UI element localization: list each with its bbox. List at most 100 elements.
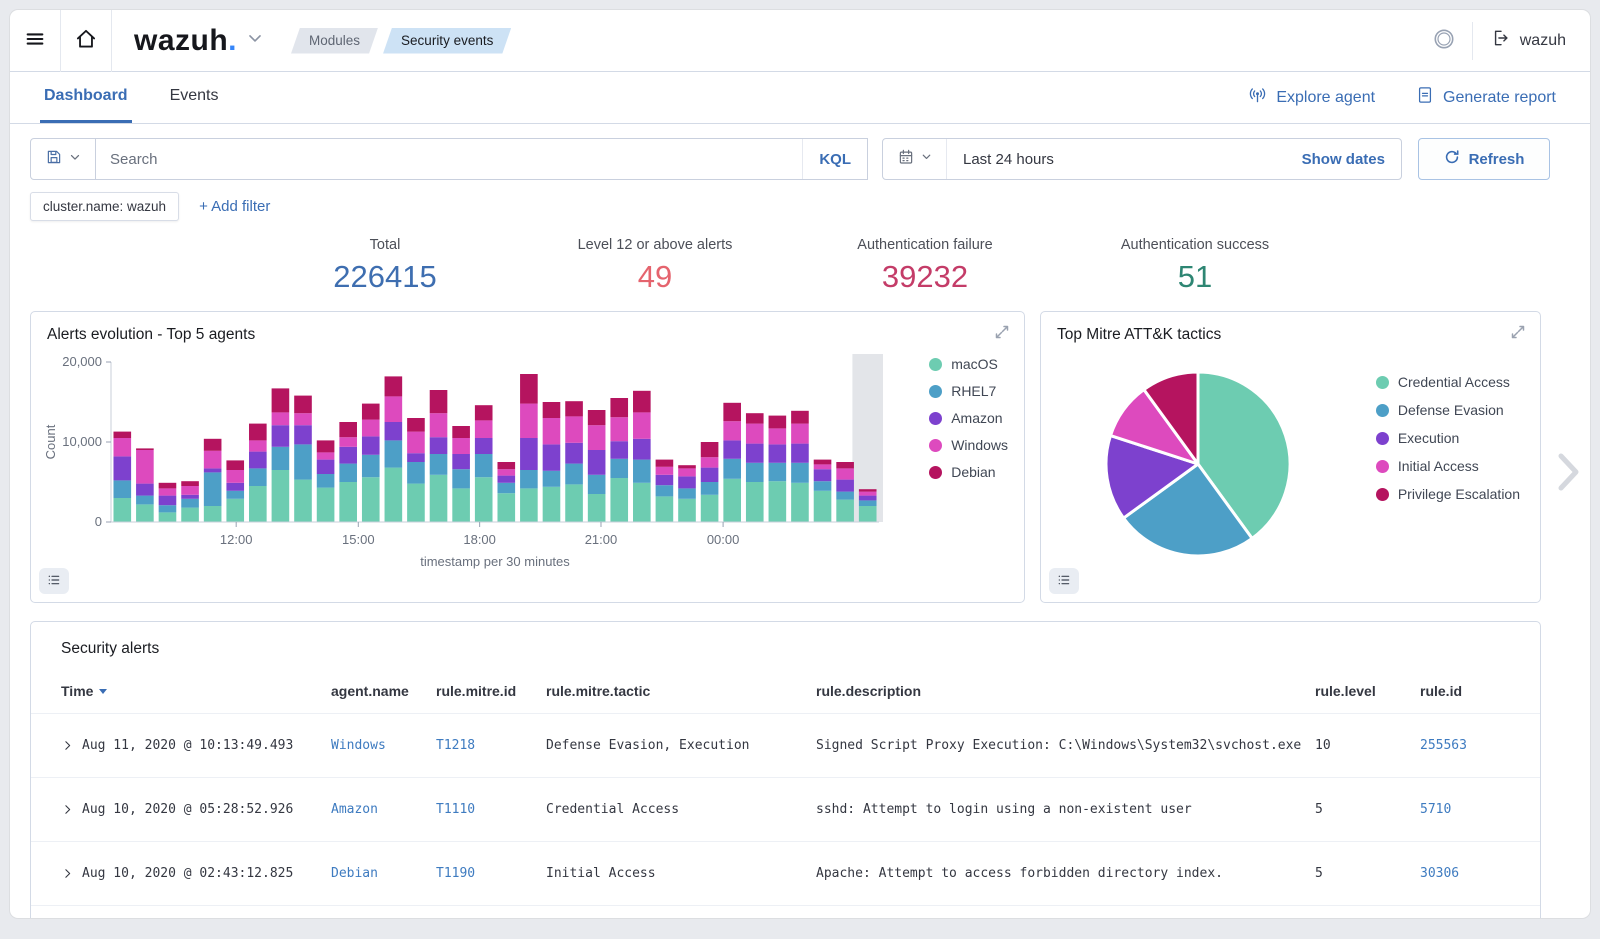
svg-text:18:00: 18:00 bbox=[463, 532, 496, 547]
stat-label: Authentication success bbox=[1060, 237, 1330, 253]
list-icon bbox=[1056, 572, 1072, 591]
kql-selector[interactable]: KQL bbox=[802, 139, 867, 179]
column-header-rule-id[interactable]: rule.id bbox=[1420, 683, 1510, 699]
inspector-list-button[interactable] bbox=[1049, 568, 1079, 594]
cell-rule-mitre-id[interactable]: T1218 bbox=[436, 738, 546, 753]
legend-item-amazon[interactable]: Amazon bbox=[929, 410, 1008, 426]
bar-chart-legend: macOS RHEL7 Amazon Windows Debian bbox=[929, 356, 1008, 480]
column-header-rule-description[interactable]: rule.description bbox=[816, 683, 1315, 699]
svg-text:21:00: 21:00 bbox=[585, 532, 618, 547]
menu-button[interactable] bbox=[10, 10, 60, 72]
legend-item-credential-access[interactable]: Credential Access bbox=[1376, 374, 1520, 390]
chevron-down-icon[interactable] bbox=[245, 28, 265, 53]
logout-icon bbox=[1491, 28, 1511, 53]
time-value: Aug 10, 2020 @ 02:43:12.825 bbox=[82, 866, 293, 881]
legend-item-windows[interactable]: Windows bbox=[929, 437, 1008, 453]
cell-agent-name[interactable]: Windows bbox=[331, 738, 436, 753]
date-quick-select-button[interactable] bbox=[883, 139, 947, 179]
home-button[interactable] bbox=[61, 10, 111, 72]
legend-item-privilege-escalation[interactable]: Privilege Escalation bbox=[1376, 486, 1520, 502]
mitre-tactics-pie-chart bbox=[1098, 364, 1298, 564]
stat-label: Level 12 or above alerts bbox=[520, 237, 790, 253]
explore-agent-button[interactable]: Explore agent bbox=[1247, 85, 1375, 111]
chevron-down-icon bbox=[920, 150, 933, 168]
cell-rule-mitre-tactic: Credential Access bbox=[546, 802, 816, 817]
stat-authentication-failure: Authentication failure39232 bbox=[790, 237, 1060, 295]
table-row: Aug 11, 2020 @ 10:13:49.493WindowsT1218D… bbox=[31, 714, 1540, 778]
cell-rule-level: 5 bbox=[1315, 802, 1420, 817]
legend-label: Defense Evasion bbox=[1398, 402, 1504, 418]
legend-item-debian[interactable]: Debian bbox=[929, 464, 1008, 480]
cell-rule-id[interactable]: 255563 bbox=[1420, 738, 1510, 753]
user-menu[interactable]: wazuh bbox=[1473, 28, 1590, 53]
add-filter-button[interactable]: + Add filter bbox=[199, 198, 270, 215]
refresh-button[interactable]: Refresh bbox=[1418, 138, 1550, 180]
visualizations-row: Alerts evolution - Top 5 agents 010,0002… bbox=[30, 311, 1541, 603]
saved-queries-button[interactable] bbox=[30, 138, 96, 180]
table-row: Aug 10, 2020 @ 05:28:52.926AmazonT1110Cr… bbox=[31, 778, 1540, 842]
stat-label: Total bbox=[250, 237, 520, 253]
time-range-value[interactable]: Last 24 hours bbox=[947, 151, 1302, 168]
stat-total: Total 226415 bbox=[250, 237, 520, 295]
expand-row-icon[interactable] bbox=[61, 803, 74, 816]
svg-text:0: 0 bbox=[95, 514, 102, 529]
next-visualizations-button[interactable] bbox=[1553, 449, 1583, 498]
pie-chart-legend: Credential Access Defense Evasion Executio… bbox=[1376, 374, 1520, 502]
legend-item-macos[interactable]: macOS bbox=[929, 356, 1008, 372]
generate-report-button[interactable]: Generate report bbox=[1415, 85, 1556, 110]
cell-rule-id[interactable]: 30306 bbox=[1420, 866, 1510, 881]
legend-dot bbox=[1376, 432, 1389, 445]
ring-icon bbox=[1432, 27, 1456, 54]
column-header-time[interactable]: Time bbox=[61, 683, 331, 699]
tab-dashboard[interactable]: Dashboard bbox=[40, 72, 132, 123]
search-input[interactable] bbox=[96, 151, 802, 168]
cell-agent-name[interactable]: Amazon bbox=[331, 802, 436, 817]
stat-value: 226415 bbox=[250, 259, 520, 295]
column-header-rule-level[interactable]: rule.level bbox=[1315, 683, 1420, 699]
column-header-rule-mitre-tactic[interactable]: rule.mitre.tactic bbox=[546, 683, 816, 699]
expand-row-icon[interactable] bbox=[61, 739, 74, 752]
table-body: Aug 11, 2020 @ 10:13:49.493 WindowsT1218 D… bbox=[31, 714, 1540, 906]
legend-item-defense-evasion[interactable]: Defense Evasion bbox=[1376, 402, 1520, 418]
legend-item-execution[interactable]: Execution bbox=[1376, 430, 1520, 446]
filter-pill[interactable]: cluster.name: wazuh bbox=[30, 192, 179, 221]
stats-row: Total226415Level 12 or above alerts49Aut… bbox=[250, 237, 1330, 295]
breadcrumb-security-events[interactable]: Security events bbox=[383, 28, 511, 54]
table-row: Aug 10, 2020 @ 02:43:12.825 DebianT1190In… bbox=[31, 842, 1540, 906]
chevron-down-icon bbox=[68, 150, 82, 169]
show-dates-button[interactable]: Show dates bbox=[1302, 151, 1401, 168]
legend-label: Debian bbox=[951, 464, 995, 480]
panel-title: Top Mitre ATT&K tactics bbox=[1057, 326, 1221, 344]
cell-rule-mitre-id[interactable]: T1110 bbox=[436, 802, 546, 817]
legend-label: Credential Access bbox=[1398, 374, 1510, 390]
alerts-evolution-panel: Alerts evolution - Top 5 agents 010,0002… bbox=[30, 311, 1025, 603]
cell-rule-mitre-tactic: Initial Access bbox=[546, 866, 816, 881]
legend-label: Windows bbox=[951, 437, 1008, 453]
alerts-evolution-bar-chart: 010,00020,000Count12:0015:0018:0021:0000… bbox=[39, 348, 899, 580]
legend-item-initial-access[interactable]: Initial Access bbox=[1376, 458, 1520, 474]
cell-rule-description: sshd: Attempt to login using a non-exist… bbox=[816, 802, 1315, 817]
inspector-list-button[interactable] bbox=[39, 568, 69, 594]
wazuh-logo[interactable]: wazuh. bbox=[134, 24, 237, 58]
expand-row-icon[interactable] bbox=[61, 867, 74, 880]
column-header-agent-name[interactable]: agent.name bbox=[331, 683, 436, 699]
cell-time: Aug 11, 2020 @ 10:13:49.493 bbox=[61, 738, 331, 753]
svg-text:15:00: 15:00 bbox=[342, 532, 375, 547]
cell-agent-name[interactable]: Debian bbox=[331, 866, 436, 881]
expand-icon[interactable] bbox=[990, 320, 1016, 346]
breadcrumb-modules[interactable]: Modules bbox=[291, 28, 378, 54]
cell-rule-mitre-id[interactable]: T1190 bbox=[436, 866, 546, 881]
legend-dot bbox=[929, 358, 942, 371]
svg-text:12:00: 12:00 bbox=[220, 532, 253, 547]
expand-icon[interactable] bbox=[1506, 320, 1532, 346]
cluster-status-button[interactable] bbox=[1416, 10, 1472, 72]
legend-item-rhel7[interactable]: RHEL7 bbox=[929, 383, 1008, 399]
legend-dot bbox=[1376, 460, 1389, 473]
cell-rule-id[interactable]: 5710 bbox=[1420, 802, 1510, 817]
time-value: Aug 11, 2020 @ 10:13:49.493 bbox=[82, 738, 293, 753]
cell-time: Aug 10, 2020 @ 05:28:52.926 bbox=[61, 802, 331, 817]
column-header-rule-mitre-id[interactable]: rule.mitre.id bbox=[436, 683, 546, 699]
refresh-icon bbox=[1444, 149, 1460, 169]
legend-label: macOS bbox=[951, 356, 998, 372]
tab-events[interactable]: Events bbox=[166, 72, 223, 123]
